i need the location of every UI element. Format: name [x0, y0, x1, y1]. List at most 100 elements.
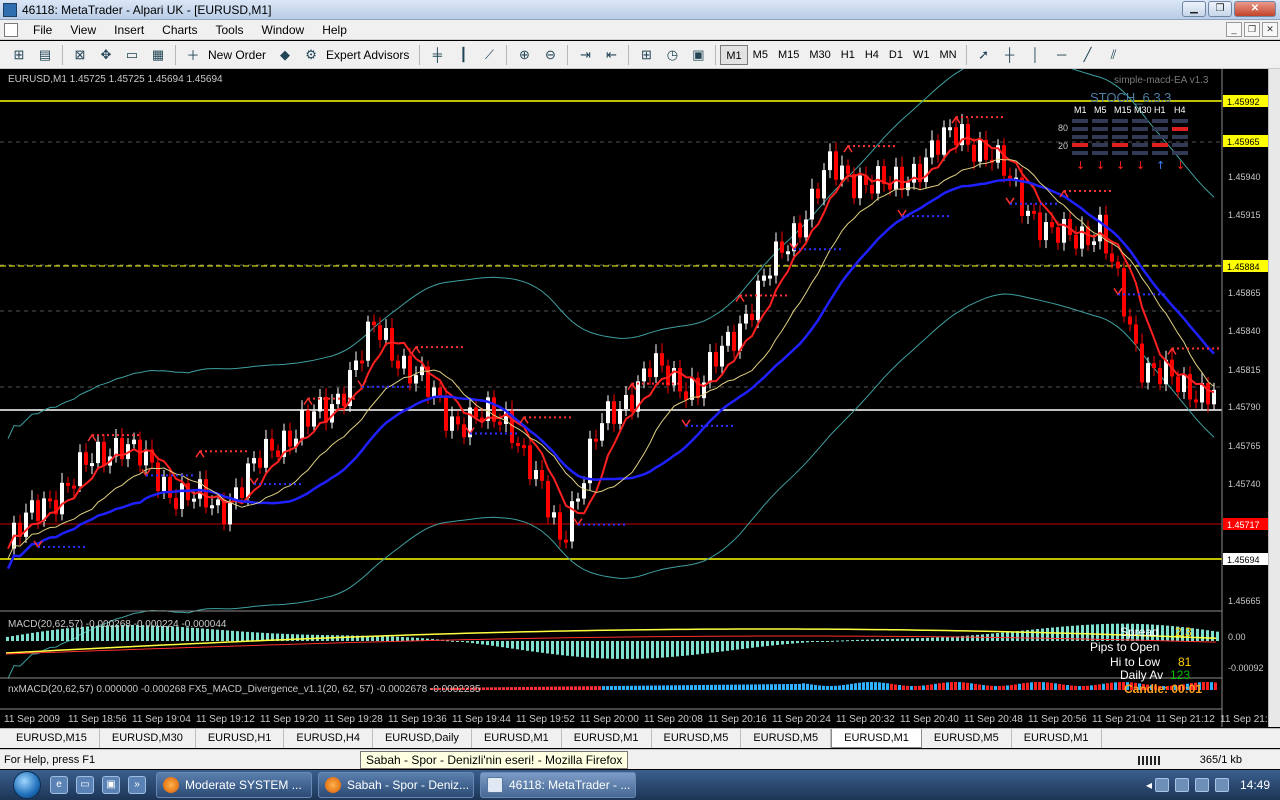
chart-tab[interactable]: EURUSD,M5	[922, 729, 1012, 748]
quicklaunch-more-icon[interactable]: »	[128, 776, 146, 794]
macd-bar	[16, 635, 19, 641]
horizontal-line-icon[interactable]: ─	[1051, 44, 1073, 66]
macd-bar	[936, 637, 939, 641]
quicklaunch-desktop-icon[interactable]: ▣	[102, 776, 120, 794]
expert-advisors-icon[interactable]: ⚙	[300, 44, 322, 66]
crosshair-icon[interactable]: ┼	[999, 44, 1021, 66]
chart-tab[interactable]: EURUSD,H1	[196, 729, 285, 748]
macd-bar	[926, 637, 929, 641]
cursor-icon[interactable]: ➚	[973, 44, 995, 66]
chart-tab[interactable]: EURUSD,M5	[652, 729, 742, 748]
tray-volume-icon[interactable]	[1194, 778, 1209, 792]
nxmacd-bar	[570, 686, 573, 690]
tray-expand-icon[interactable]: ◂	[1146, 778, 1152, 792]
new-order-button[interactable]: New Order	[208, 48, 266, 62]
candle-body	[1182, 374, 1186, 393]
macd-bar	[891, 638, 894, 641]
taskbar-item-firefox-1[interactable]: Moderate SYSTEM ...	[156, 772, 312, 798]
zoom-out-icon[interactable]: ⊖	[539, 44, 561, 66]
candle-body	[750, 313, 754, 321]
nxmacd-bar	[622, 685, 625, 690]
expert-advisors-button[interactable]: Expert Advisors	[326, 48, 409, 62]
chart-tab[interactable]: EURUSD,M1	[562, 729, 652, 748]
nxmacd-bar	[950, 682, 953, 690]
autoscroll-icon[interactable]: ⇥	[574, 44, 596, 66]
timeframe-m5[interactable]: M5	[748, 45, 773, 65]
stoch-level-label: 80	[1058, 123, 1068, 133]
quicklaunch-folder-icon[interactable]: ▭	[76, 776, 94, 794]
line-chart-icon[interactable]: ⟋	[478, 44, 500, 66]
new-chart-icon[interactable]: ⊞	[8, 44, 30, 66]
timeframe-h4[interactable]: H4	[860, 45, 884, 65]
metaeditor-icon[interactable]: ◆	[274, 44, 296, 66]
terminal-icon[interactable]: ▭	[121, 44, 143, 66]
candle-body	[1032, 210, 1036, 214]
tray-app-icon[interactable]	[1214, 778, 1229, 792]
timeframe-m1[interactable]: M1	[720, 44, 748, 65]
chart-close-button[interactable]: ✕	[1262, 22, 1278, 37]
chart-tab[interactable]: EURUSD,M1	[831, 729, 922, 748]
taskbar-item-metatrader[interactable]: 46118: MetaTrader - ...	[480, 772, 636, 798]
chart-tab[interactable]: EURUSD,H4	[284, 729, 373, 748]
chart-minimize-button[interactable]: _	[1226, 22, 1242, 37]
timeframe-m15[interactable]: M15	[773, 45, 804, 65]
periods-icon[interactable]: ◷	[661, 44, 683, 66]
menu-view[interactable]: View	[61, 20, 105, 40]
zoom-in-icon[interactable]: ⊕	[513, 44, 535, 66]
minimize-button[interactable]: ▁	[1182, 1, 1206, 17]
candlestick-icon[interactable]: ┃	[452, 44, 474, 66]
chart-tab[interactable]: EURUSD,Daily	[373, 729, 472, 748]
menu-help[interactable]: Help	[313, 20, 356, 40]
strategy-tester-icon[interactable]: ▦	[147, 44, 169, 66]
timeframe-h1[interactable]: H1	[836, 45, 860, 65]
timeframe-m30[interactable]: M30	[804, 45, 835, 65]
market-watch-icon[interactable]: ⊠	[69, 44, 91, 66]
menu-file[interactable]: File	[24, 20, 61, 40]
chart-restore-button[interactable]: ❐	[1244, 22, 1260, 37]
tray-security-icon[interactable]	[1174, 778, 1189, 792]
templates-icon[interactable]: ▣	[687, 44, 709, 66]
indicators-icon[interactable]: ⊞	[635, 44, 657, 66]
chart-tab[interactable]: EURUSD,M1	[1012, 729, 1102, 748]
price-chart[interactable]: 1.45940 1.45915 1.45865 1.45840 1.45815 1.457…	[0, 53, 1274, 727]
taskbar-item-firefox-2[interactable]: Sabah - Spor - Deniz...	[318, 772, 474, 798]
timeframe-w1[interactable]: W1	[908, 45, 935, 65]
nxmacd-bar	[1114, 682, 1117, 690]
nxmacd-bar	[918, 685, 921, 690]
trendline-icon[interactable]: ╱	[1077, 44, 1099, 66]
chart-tab[interactable]: EURUSD,M1	[472, 729, 562, 748]
vertical-scrollbar[interactable]	[1268, 69, 1280, 727]
tray-network-icon[interactable]	[1154, 778, 1169, 792]
stoch-down-arrow-icon: ↓	[1096, 159, 1105, 172]
channel-icon[interactable]: ⫽	[1103, 44, 1125, 66]
candle-body	[708, 352, 712, 383]
candle-body	[822, 170, 826, 199]
new-order-icon[interactable]: ＋	[182, 44, 204, 66]
menu-insert[interactable]: Insert	[105, 20, 153, 40]
nxmacd-bar	[1026, 682, 1029, 690]
metatrader-app-icon[interactable]	[3, 2, 17, 17]
timeframe-d1[interactable]: D1	[884, 45, 908, 65]
timeframe-mn[interactable]: MN	[934, 45, 961, 65]
menu-charts[interactable]: Charts	[153, 20, 206, 40]
chart-window-icon[interactable]	[4, 22, 18, 37]
close-button[interactable]: ✕	[1234, 1, 1276, 17]
chart-shift-icon[interactable]: ⇤	[600, 44, 622, 66]
bar-chart-icon[interactable]: ╪	[426, 44, 448, 66]
chart-tab[interactable]: EURUSD,M5	[741, 729, 832, 748]
chart-window[interactable]: 1.45940 1.45915 1.45865 1.45840 1.45815 1.457…	[0, 53, 1274, 727]
restore-button[interactable]: ❐	[1208, 1, 1232, 17]
navigator-icon[interactable]: ✥	[95, 44, 117, 66]
vertical-line-icon[interactable]: │	[1025, 44, 1047, 66]
macd-bar	[616, 641, 619, 659]
stoch-cell	[1152, 143, 1168, 147]
nxmacd-bar	[738, 684, 741, 690]
menu-window[interactable]: Window	[253, 20, 314, 40]
quicklaunch-browser-icon[interactable]: e	[50, 776, 68, 794]
chart-tab[interactable]: EURUSD,M30	[100, 729, 196, 748]
tray-clock[interactable]: 14:49	[1240, 778, 1270, 792]
chart-tab[interactable]: EURUSD,M15	[4, 729, 100, 748]
profiles-icon[interactable]: ▤	[34, 44, 56, 66]
menu-tools[interactable]: Tools	[207, 20, 253, 40]
start-button[interactable]	[8, 770, 46, 800]
